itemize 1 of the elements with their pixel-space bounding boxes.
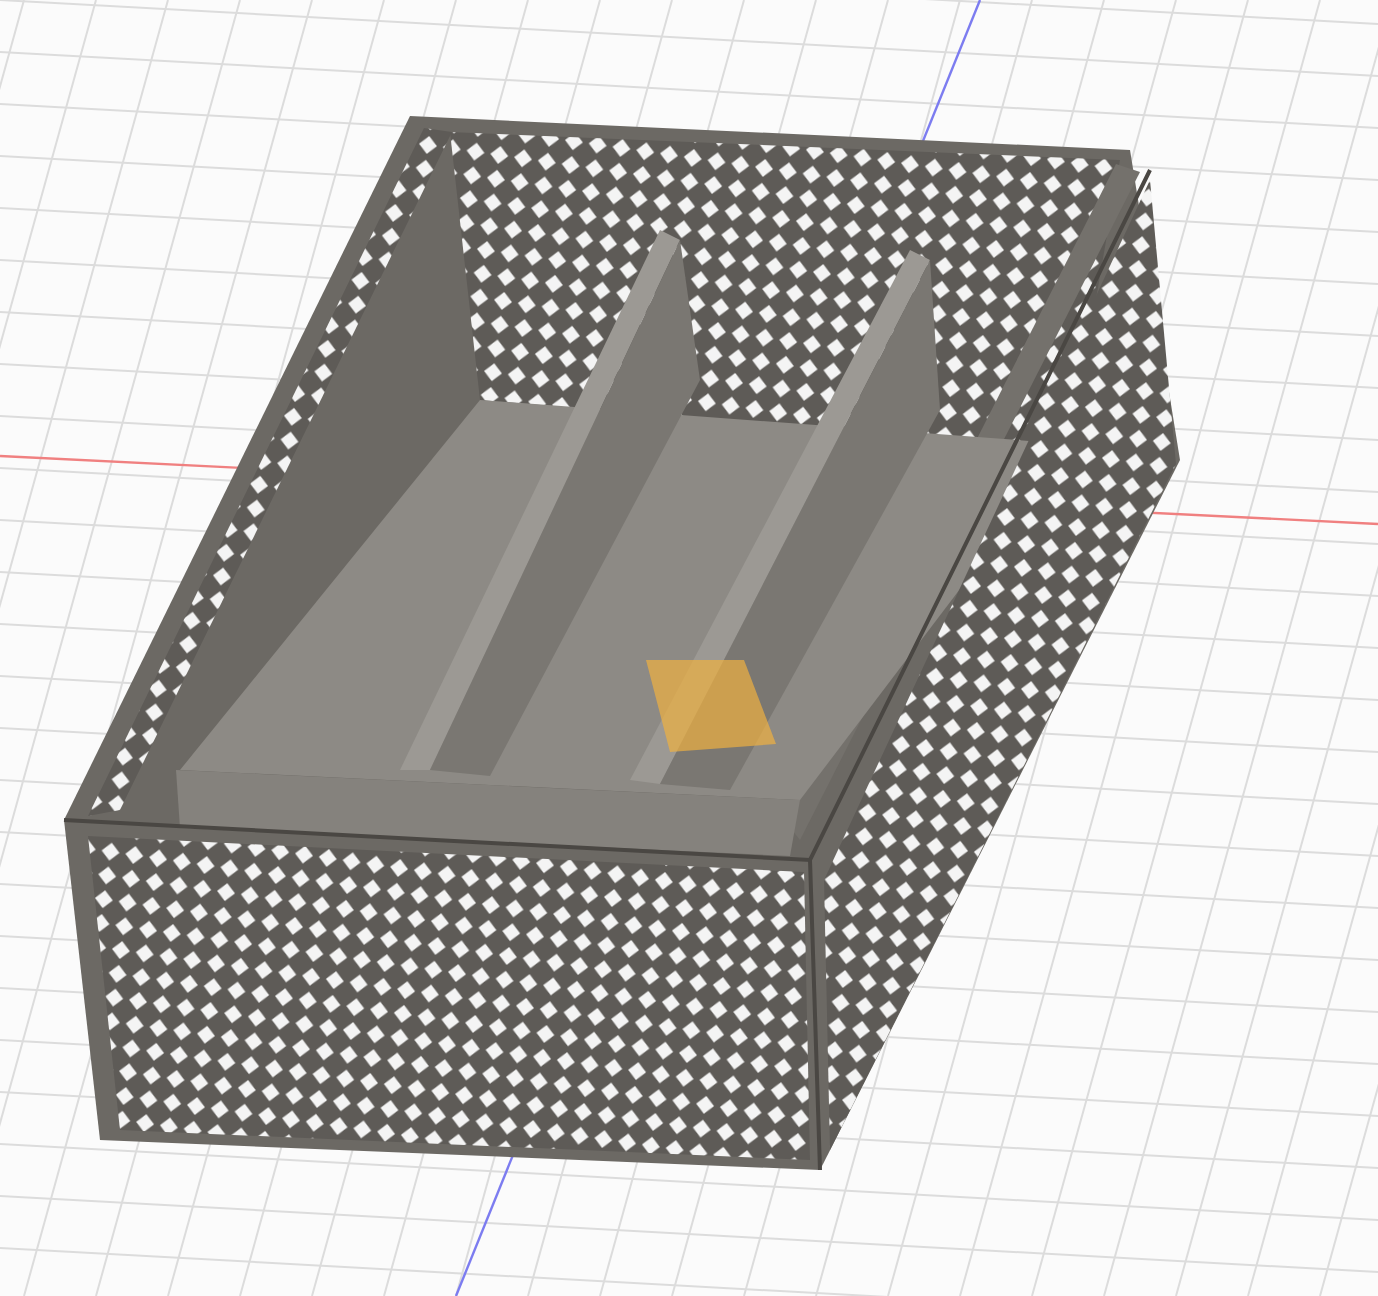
basket-drawing[interactable] [63,116,1180,1171]
